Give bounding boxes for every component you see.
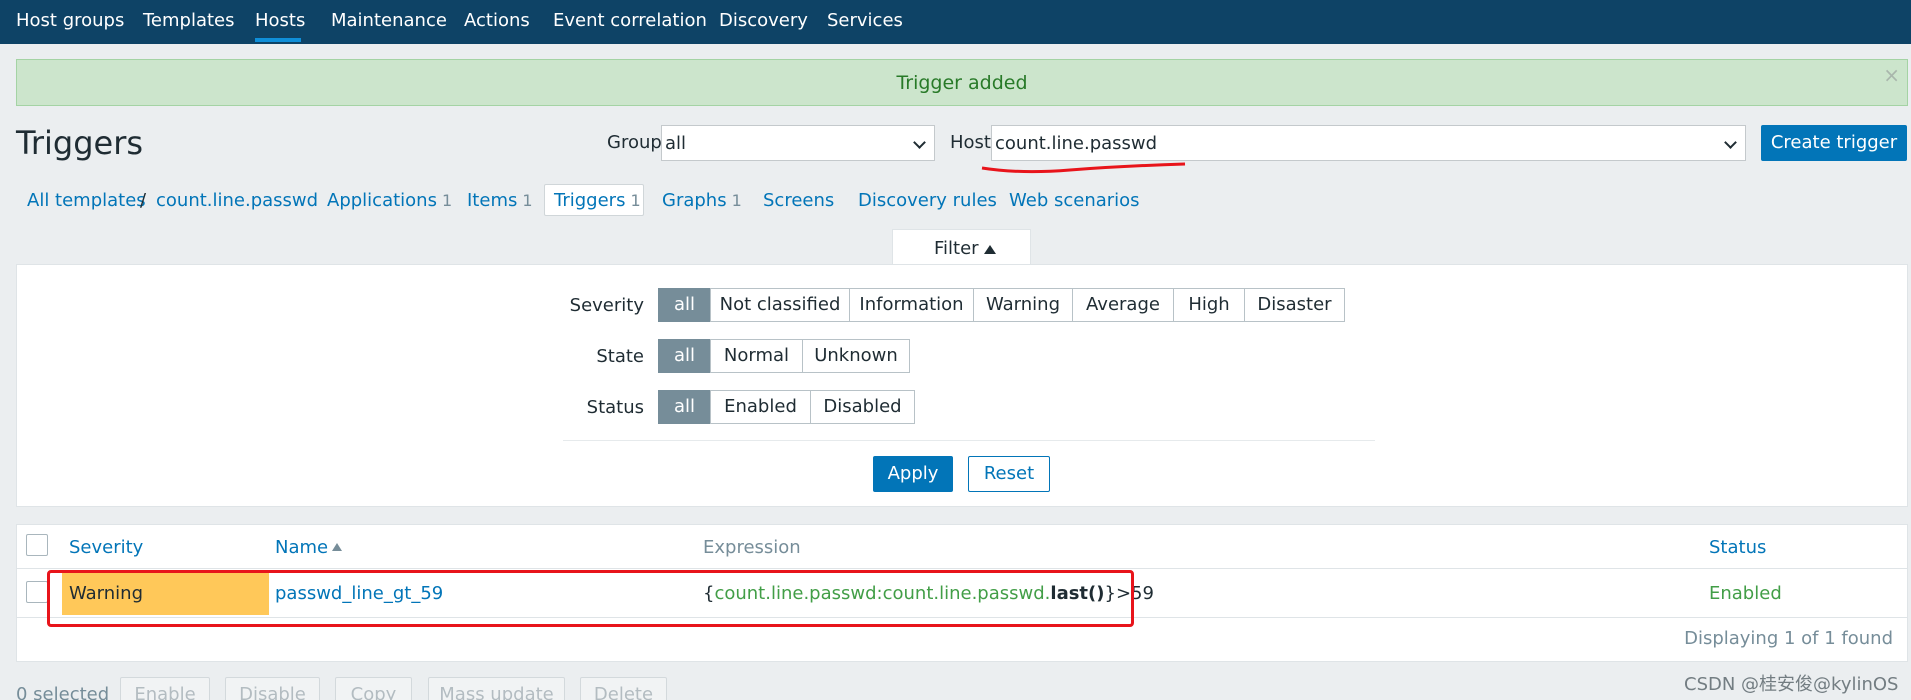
tab-graphs[interactable]: Graphs 1 <box>662 190 742 211</box>
severity-filter-label: Severity <box>569 295 644 316</box>
column-severity[interactable]: Severity <box>69 537 143 558</box>
tab-label: Applications <box>327 190 437 211</box>
state-option-normal[interactable]: Normal <box>710 339 803 373</box>
success-message: Trigger added × <box>16 59 1908 106</box>
state-option-all[interactable]: all <box>658 339 711 373</box>
status-option-all[interactable]: all <box>658 390 711 424</box>
tab-count: 1 <box>441 191 453 210</box>
tab-label: Items <box>467 190 518 211</box>
row-checkbox[interactable] <box>26 581 48 603</box>
severity-option-not-classified[interactable]: Not classified <box>710 288 850 322</box>
nav-active-indicator <box>255 38 301 42</box>
severity-option-all[interactable]: all <box>658 288 711 322</box>
state-filter: all Normal Unknown <box>658 339 910 373</box>
message-text: Trigger added <box>896 72 1028 94</box>
column-name-label: Name <box>275 537 329 558</box>
host-select-value: count.line.passwd <box>995 133 1158 154</box>
header-divider <box>17 568 1907 569</box>
filter-tab[interactable]: Filter <box>892 229 1031 265</box>
tab-discovery-rules[interactable]: Discovery rules <box>858 190 997 211</box>
breadcrumb-all-templates[interactable]: All templates <box>27 190 146 211</box>
severity-option-average[interactable]: Average <box>1072 288 1174 322</box>
nav-services[interactable]: Services <box>827 10 903 31</box>
severity-option-high[interactable]: High <box>1173 288 1245 322</box>
status-option-enabled[interactable]: Enabled <box>710 390 811 424</box>
breadcrumb-template[interactable]: count.line.passwd <box>156 190 318 211</box>
severity-option-warning[interactable]: Warning <box>973 288 1073 322</box>
trigger-status-link[interactable]: Enabled <box>1709 583 1782 604</box>
select-all-checkbox[interactable] <box>26 534 48 556</box>
state-option-unknown[interactable]: Unknown <box>802 339 910 373</box>
tab-screens[interactable]: Screens <box>763 190 834 211</box>
tab-applications[interactable]: Applications 1 <box>327 190 452 211</box>
nav-host-groups[interactable]: Host groups <box>16 10 124 31</box>
enable-button[interactable]: Enable <box>120 677 210 700</box>
selected-count: 0 selected <box>16 684 110 700</box>
group-label: Group <box>607 132 662 153</box>
tab-label: Graphs <box>662 190 727 211</box>
nav-discovery[interactable]: Discovery <box>719 10 808 31</box>
column-status[interactable]: Status <box>1709 537 1766 558</box>
severity-filter: all Not classified Information Warning A… <box>658 288 1345 322</box>
copy-button[interactable]: Copy <box>335 677 412 700</box>
chevron-down-icon <box>913 136 926 149</box>
annotation-underline <box>981 162 1186 174</box>
group-select-value: all <box>665 133 687 154</box>
mass-update-button[interactable]: Mass update <box>428 677 565 700</box>
state-filter-label: State <box>596 346 644 367</box>
nav-templates[interactable]: Templates <box>143 10 235 31</box>
filter-divider <box>563 440 1375 441</box>
nav-maintenance[interactable]: Maintenance <box>331 10 447 31</box>
column-name[interactable]: Name <box>275 537 343 558</box>
watermark: CSDN @桂安俊@kylinOS <box>1684 674 1899 695</box>
tab-triggers[interactable]: Triggers 1 <box>554 190 641 211</box>
status-filter-label: Status <box>586 397 644 418</box>
close-icon[interactable]: × <box>1883 63 1900 87</box>
top-navigation: Host groups Templates Hosts Maintenance … <box>0 0 1911 44</box>
annotation-box <box>47 570 1134 627</box>
host-label: Host <box>950 132 991 153</box>
nav-event-correlation[interactable]: Event correlation <box>553 10 707 31</box>
group-select[interactable]: all <box>661 125 935 161</box>
page-title: Triggers <box>16 124 144 162</box>
chevron-down-icon <box>1724 136 1737 149</box>
create-trigger-button[interactable]: Create trigger <box>1761 125 1907 161</box>
tab-count: 1 <box>522 191 533 210</box>
tab-label: Triggers <box>554 190 626 211</box>
status-filter: all Enabled Disabled <box>658 390 915 424</box>
nav-hosts[interactable]: Hosts <box>255 10 305 31</box>
breadcrumb-separator: / <box>140 190 147 211</box>
disable-button[interactable]: Disable <box>225 677 320 700</box>
tab-count: 1 <box>731 191 742 210</box>
apply-button[interactable]: Apply <box>873 456 953 492</box>
severity-option-information[interactable]: Information <box>849 288 974 322</box>
reset-button[interactable]: Reset <box>968 456 1050 492</box>
sort-ascending-icon <box>332 543 343 551</box>
nav-actions[interactable]: Actions <box>464 10 530 31</box>
tab-web-scenarios[interactable]: Web scenarios <box>1009 190 1140 211</box>
tab-items[interactable]: Items 1 <box>467 190 533 211</box>
status-option-disabled[interactable]: Disabled <box>810 390 915 424</box>
triangle-up-icon <box>984 245 996 254</box>
results-count: Displaying 1 of 1 found <box>1684 628 1893 649</box>
severity-option-disaster[interactable]: Disaster <box>1244 288 1345 322</box>
column-expression: Expression <box>703 537 801 558</box>
filter-tab-label: Filter <box>934 238 979 259</box>
tab-count: 1 <box>630 191 641 210</box>
delete-button[interactable]: Delete <box>580 677 667 700</box>
host-select[interactable]: count.line.passwd <box>991 125 1746 161</box>
